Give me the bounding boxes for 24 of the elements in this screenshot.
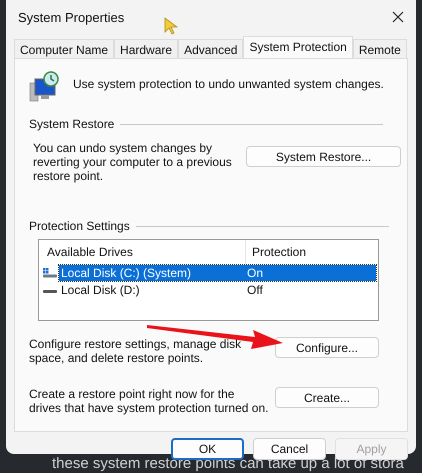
tab[interactable]: Computer Name bbox=[14, 39, 114, 58]
cursor-icon bbox=[164, 17, 178, 35]
drive-row[interactable]: Local Disk (D:) Off bbox=[59, 282, 376, 298]
configure-button[interactable]: Configure... bbox=[275, 337, 379, 358]
column-header[interactable]: Protection bbox=[246, 240, 306, 264]
tab[interactable]: Advanced bbox=[178, 39, 244, 58]
drive-row[interactable]: Local Disk (C:) (System) On bbox=[59, 264, 376, 280]
dialog-button[interactable]: Cancel bbox=[253, 438, 326, 460]
create-button[interactable]: Create... bbox=[275, 387, 379, 408]
close-icon[interactable] bbox=[392, 11, 404, 23]
window-title: System Properties bbox=[18, 10, 124, 24]
description-text: Configure restore settings, manage disk space, and delete restore points. bbox=[29, 337, 242, 365]
group-heading: System Restore bbox=[29, 117, 114, 131]
tab[interactable]: Remote bbox=[352, 39, 407, 58]
system-restore-button[interactable]: System Restore... bbox=[246, 146, 401, 167]
tab[interactable]: System Protection bbox=[243, 36, 353, 59]
description-text: Create a restore point right now for the drives that have system protection turned on. bbox=[29, 387, 269, 415]
intro-text: Use system protection to undo unwanted system changes. bbox=[73, 77, 384, 91]
computer-restore-icon bbox=[29, 71, 61, 103]
dialog-button[interactable]: OK bbox=[171, 438, 244, 460]
description-text: You can undo system changes by reverting your computer to a previous restore point. bbox=[33, 141, 233, 183]
tab[interactable]: Hardware bbox=[114, 39, 178, 58]
group-heading: Protection Settings bbox=[29, 219, 130, 233]
system-drive-icon bbox=[43, 268, 57, 278]
